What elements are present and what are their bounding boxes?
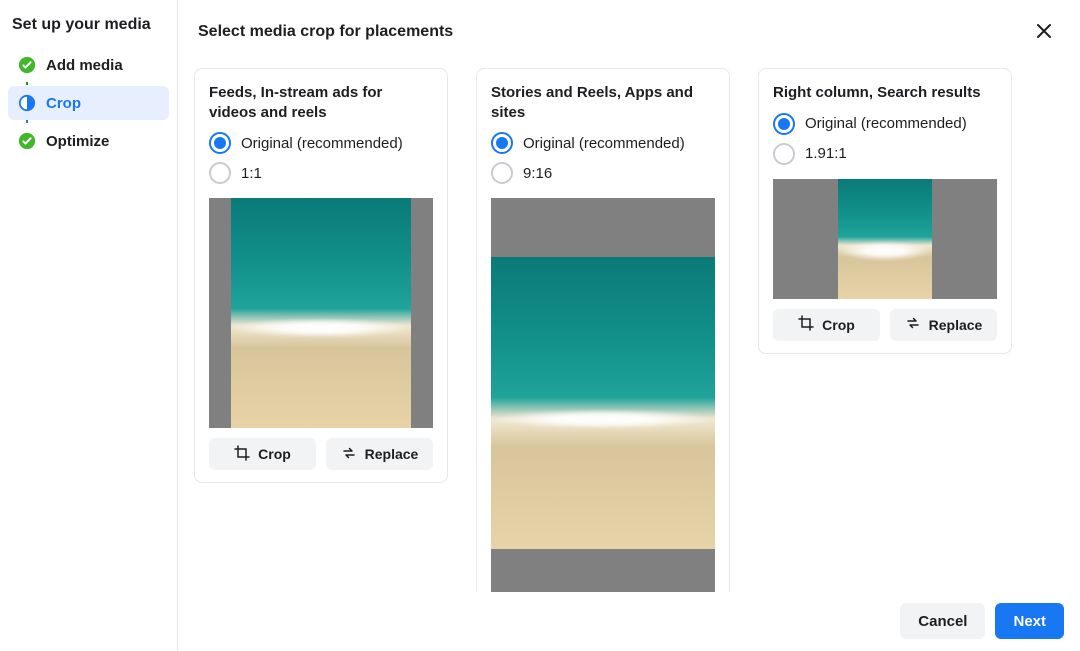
radio-label: 9:16 bbox=[523, 165, 552, 182]
crop-button[interactable]: Crop bbox=[209, 438, 316, 470]
step-label: Add media bbox=[46, 57, 123, 74]
radio-icon bbox=[491, 162, 513, 184]
crop-icon bbox=[234, 445, 250, 464]
cards-row: Feeds, In-stream ads for videos and reel… bbox=[194, 68, 1064, 592]
scroll-area[interactable]: Feeds, In-stream ads for videos and reel… bbox=[178, 56, 1080, 592]
preview-image bbox=[491, 198, 715, 592]
button-label: Replace bbox=[929, 317, 983, 333]
steps-list: Add media Crop Optimize bbox=[8, 48, 169, 158]
step-label: Optimize bbox=[46, 133, 109, 150]
check-circle-icon bbox=[18, 132, 36, 150]
radio-label: Original (recommended) bbox=[523, 135, 685, 152]
swap-icon bbox=[905, 315, 921, 334]
radio-1-1[interactable]: 1:1 bbox=[209, 162, 433, 184]
radio-icon bbox=[209, 132, 231, 154]
radio-icon bbox=[491, 132, 513, 154]
placement-card-feeds: Feeds, In-stream ads for videos and reel… bbox=[194, 68, 448, 483]
card-actions: Crop Replace bbox=[209, 438, 433, 470]
check-circle-icon bbox=[18, 56, 36, 74]
button-label: Crop bbox=[258, 446, 291, 462]
close-button[interactable] bbox=[1028, 16, 1060, 48]
card-title: Feeds, In-stream ads for videos and reel… bbox=[209, 83, 433, 122]
close-icon bbox=[1035, 22, 1053, 43]
card-title: Stories and Reels, Apps and sites bbox=[491, 83, 715, 122]
preview-image bbox=[773, 179, 997, 299]
page-title: Select media crop for placements bbox=[198, 23, 1028, 41]
sidebar: Set up your media Add media Crop Op bbox=[0, 0, 178, 651]
radio-label: 1.91:1 bbox=[805, 145, 847, 162]
header: Select media crop for placements bbox=[178, 0, 1080, 56]
button-label: Crop bbox=[822, 317, 855, 333]
placement-card-stories: Stories and Reels, Apps and sites Origin… bbox=[476, 68, 730, 592]
radio-label: Original (recommended) bbox=[241, 135, 403, 152]
replace-button[interactable]: Replace bbox=[890, 309, 997, 341]
step-crop[interactable]: Crop bbox=[8, 86, 169, 120]
radio-original[interactable]: Original (recommended) bbox=[491, 132, 715, 154]
step-optimize[interactable]: Optimize bbox=[8, 124, 169, 158]
radio-original[interactable]: Original (recommended) bbox=[773, 113, 997, 135]
step-add-media[interactable]: Add media bbox=[8, 48, 169, 82]
radio-9-16[interactable]: 9:16 bbox=[491, 162, 715, 184]
cancel-button[interactable]: Cancel bbox=[900, 603, 985, 639]
radio-icon bbox=[773, 143, 795, 165]
card-title: Right column, Search results bbox=[773, 83, 997, 103]
radio-icon bbox=[773, 113, 795, 135]
swap-icon bbox=[341, 445, 357, 464]
preview-image bbox=[209, 198, 433, 428]
crop-button[interactable]: Crop bbox=[773, 309, 880, 341]
sidebar-title: Set up your media bbox=[12, 16, 165, 34]
footer: Cancel Next bbox=[178, 592, 1080, 651]
card-actions: Crop Replace bbox=[773, 309, 997, 341]
replace-button[interactable]: Replace bbox=[326, 438, 433, 470]
crop-icon bbox=[798, 315, 814, 334]
button-label: Replace bbox=[365, 446, 419, 462]
main: Select media crop for placements Feeds, … bbox=[178, 0, 1080, 651]
half-circle-icon bbox=[18, 94, 36, 112]
radio-icon bbox=[209, 162, 231, 184]
radio-label: Original (recommended) bbox=[805, 115, 967, 132]
step-label: Crop bbox=[46, 95, 81, 112]
radio-1-91-1[interactable]: 1.91:1 bbox=[773, 143, 997, 165]
next-button[interactable]: Next bbox=[995, 603, 1064, 639]
radio-label: 1:1 bbox=[241, 165, 262, 182]
placement-card-right-column: Right column, Search results Original (r… bbox=[758, 68, 1012, 354]
radio-original[interactable]: Original (recommended) bbox=[209, 132, 433, 154]
